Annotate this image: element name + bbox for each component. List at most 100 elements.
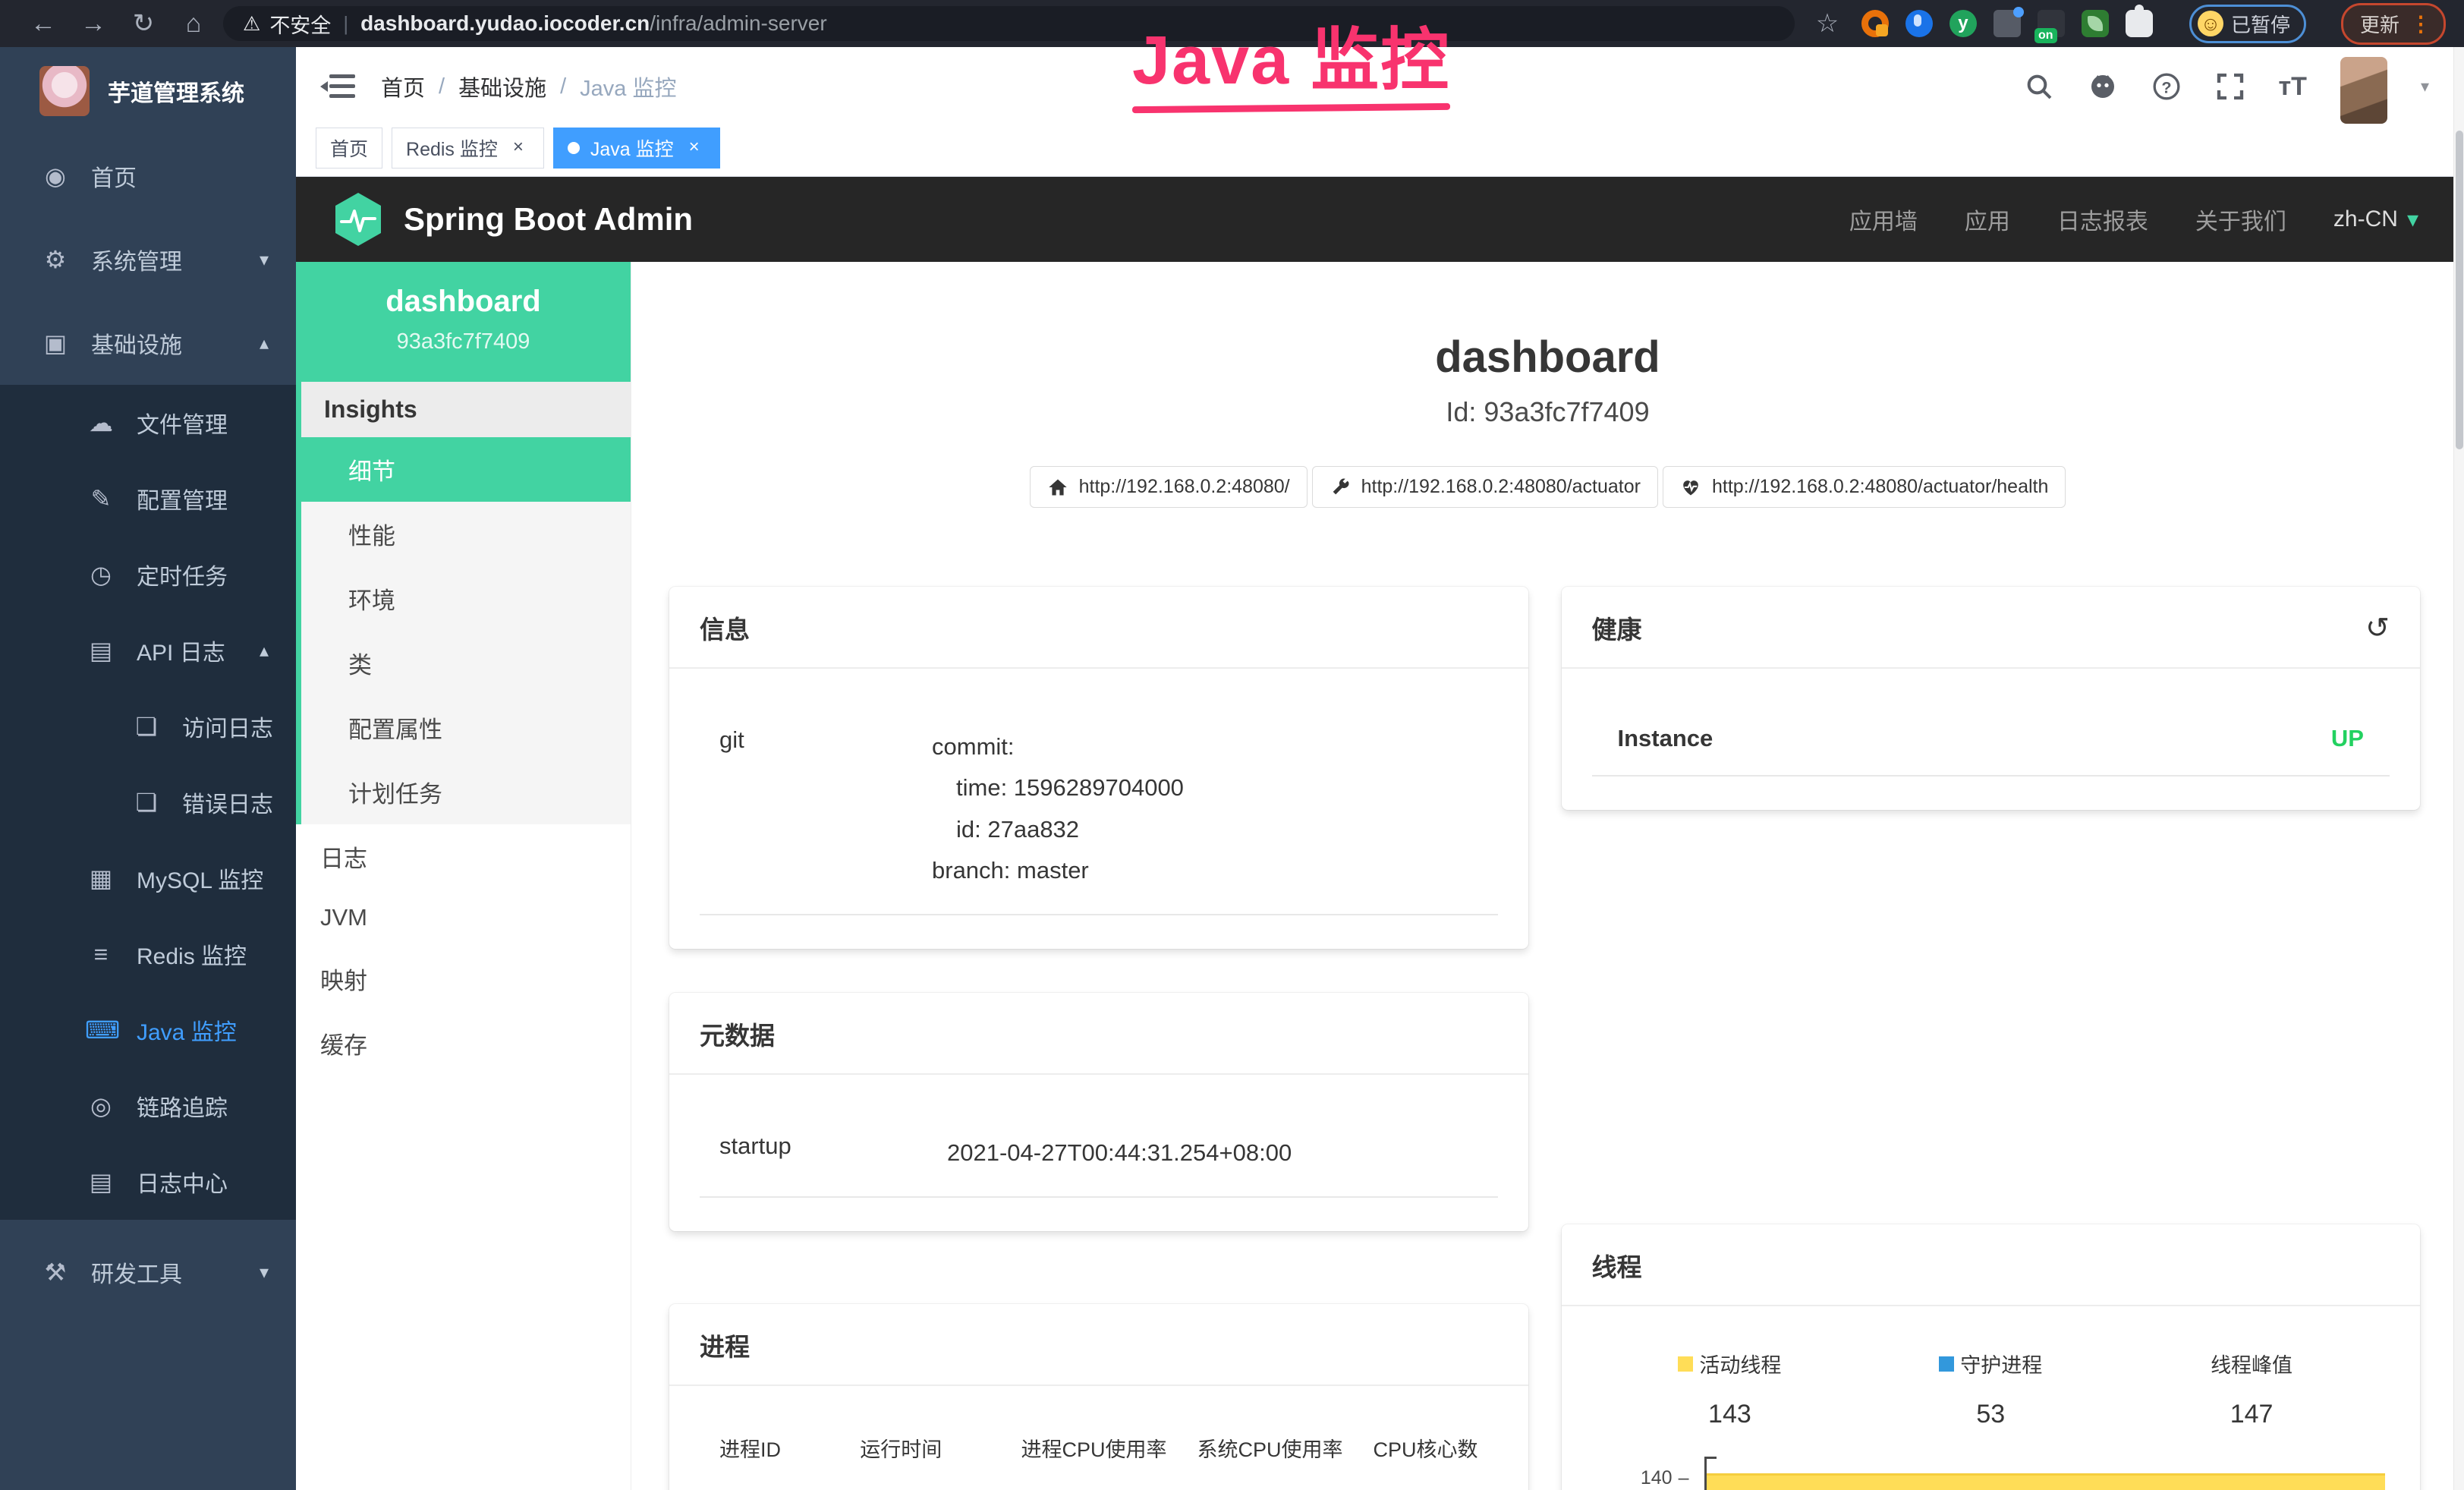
health-history-icon[interactable]: ↺	[2365, 611, 2390, 645]
sidebar-item-error-logs[interactable]: ❏ 错误日志	[0, 764, 296, 840]
sba-nav-journal[interactable]: 日志报表	[2057, 203, 2148, 236]
service-url-button[interactable]: http://192.168.0.2:48080/	[1030, 466, 1308, 508]
browser-home-icon[interactable]: ⌂	[168, 9, 219, 39]
sidebar-item-file-mgmt[interactable]: ☁ 文件管理	[0, 385, 296, 461]
extensions-puzzle-icon[interactable]	[2126, 10, 2153, 37]
sba-item-scheduled-tasks[interactable]: 计划任务	[301, 760, 631, 824]
browser-update-button[interactable]: 更新 ⋮	[2341, 3, 2446, 45]
scrollbar-thumb[interactable]	[2456, 131, 2463, 449]
sba-item-details[interactable]: 细节	[301, 437, 631, 502]
fullscreen-icon[interactable]	[2215, 71, 2245, 102]
app-logo	[39, 66, 90, 116]
paused-label: 已暂停	[2231, 10, 2290, 38]
extension-switch-icon[interactable]: on	[2038, 10, 2065, 37]
sidebar-item-api-logs[interactable]: ▤ API 日志 ▴	[0, 613, 296, 688]
avatar-caret-down-icon[interactable]: ▾	[2421, 77, 2429, 96]
header-actions: ? тT ▾	[2024, 49, 2429, 124]
tab-java-monitor[interactable]: Java 监控 ×	[553, 128, 720, 169]
monitor-icon: ▣	[39, 329, 71, 358]
svg-text:?: ?	[2161, 77, 2171, 96]
profile-paused-chip[interactable]: ☺ 已暂停	[2189, 5, 2306, 43]
cpu-cores: CPU核心数 2	[1367, 1433, 1484, 1490]
sba-nav-applications[interactable]: 应用	[1965, 203, 2010, 236]
java-monitor-icon: ⌨	[85, 1016, 117, 1044]
sidebar-item-home[interactable]: ◉ 首页	[0, 134, 296, 218]
sidebar-collapse-icon[interactable]	[322, 74, 355, 99]
url-path: /infra/admin-server	[650, 11, 826, 36]
metadata-startup-row: startup 2021-04-27T00:44:31.254+08:00	[700, 1113, 1498, 1198]
breadcrumb-home[interactable]: 首页	[381, 71, 425, 102]
sidebar-item-infrastructure[interactable]: ▣ 基础设施 ▴	[0, 301, 296, 385]
search-icon[interactable]	[2024, 71, 2054, 102]
metadata-card-title: 元数据	[700, 1016, 775, 1052]
actuator-url-button[interactable]: http://192.168.0.2:48080/actuator	[1312, 466, 1658, 508]
bookmark-star-icon[interactable]: ☆	[1810, 8, 1845, 39]
sidebar-item-tracing[interactable]: ◎ 链路追踪	[0, 1068, 296, 1144]
sba-item-classes[interactable]: 类	[301, 631, 631, 695]
extension-grid-icon[interactable]	[1994, 10, 2021, 37]
close-icon[interactable]: ×	[507, 137, 530, 159]
page-scrollbar[interactable]	[2453, 47, 2464, 1490]
user-avatar[interactable]	[2340, 57, 2387, 124]
sba-nav-about[interactable]: 关于我们	[2195, 203, 2286, 236]
sidebar-item-system-mgmt[interactable]: ⚙ 系统管理 ▾	[0, 218, 296, 301]
daemon-threads-swatch	[1939, 1356, 1954, 1372]
extension-leaf-icon[interactable]	[2082, 10, 2109, 37]
sidebar-item-log-center[interactable]: ▤ 日志中心	[0, 1144, 296, 1220]
font-size-icon[interactable]: тT	[2279, 72, 2307, 102]
tools-icon: ⚒	[39, 1258, 71, 1287]
sba-item-metrics[interactable]: 性能	[301, 502, 631, 566]
health-url-button[interactable]: http://192.168.0.2:48080/actuator/health	[1663, 466, 2066, 508]
sba-item-config-props[interactable]: 配置属性	[301, 695, 631, 760]
browser-menu-kebab-icon[interactable]: ⋮	[2410, 11, 2431, 36]
threads-card: 线程 活动线程 143 守护进程	[1562, 1224, 2421, 1490]
extension-y-icon[interactable]: y	[1949, 10, 1977, 37]
tab-redis-monitor[interactable]: Redis 监控 ×	[392, 128, 544, 169]
dashboard-icon: ◉	[39, 162, 71, 191]
sba-item-caches[interactable]: 缓存	[296, 1011, 631, 1076]
sidebar-item-scheduled-jobs[interactable]: ◷ 定时任务	[0, 537, 296, 613]
instance-header[interactable]: dashboard 93a3fc7f7409	[296, 262, 631, 382]
chevron-down-icon: ▾	[260, 1262, 269, 1284]
process-cpu-usage: 进程CPU使用率 0.04	[1015, 1433, 1173, 1490]
sba-item-jvm[interactable]: JVM	[296, 889, 631, 947]
sba-item-mappings[interactable]: 映射	[296, 947, 631, 1011]
extension-colorzilla-icon[interactable]	[1861, 10, 1889, 37]
health-instance-row[interactable]: Instance UP	[1592, 707, 2390, 777]
sba-nav-wallboard[interactable]: 应用墙	[1849, 203, 1918, 236]
document-icon: ❏	[131, 712, 162, 741]
sba-brand-title[interactable]: Spring Boot Admin	[404, 201, 693, 238]
threads-card-title: 线程	[1592, 1247, 1642, 1284]
github-icon[interactable]	[2088, 71, 2118, 102]
sidebar-item-mysql-monitor[interactable]: ▦ MySQL 监控	[0, 840, 296, 916]
sidebar-item-access-logs[interactable]: ❏ 访问日志	[0, 688, 296, 764]
instance-title: dashboard	[631, 332, 2464, 383]
tab-home[interactable]: 首页	[316, 128, 382, 169]
instance-id-label: Id: 93a3fc7f7409	[631, 396, 2464, 428]
info-card-title: 信息	[700, 610, 750, 646]
sidebar-item-redis-monitor[interactable]: ≡ Redis 监控	[0, 916, 296, 992]
locale-selector[interactable]: zh-CN ▾	[2333, 206, 2418, 233]
metadata-key-startup: startup	[719, 1132, 947, 1173]
close-icon[interactable]: ×	[683, 137, 706, 159]
browser-back-icon[interactable]: ←	[18, 9, 68, 39]
sidebar-item-config-mgmt[interactable]: ✎ 配置管理	[0, 461, 296, 537]
security-label: 不安全	[269, 9, 331, 39]
breadcrumb-infrastructure[interactable]: 基础设施	[458, 71, 546, 102]
sba-item-logs[interactable]: 日志	[296, 824, 631, 889]
address-bar[interactable]: ⚠ 不安全 | dashboard.yudao.iocoder.cn /infr…	[223, 6, 1795, 41]
admin-sidebar: 芋道管理系统 ◉ 首页 ⚙ 系统管理 ▾ ▣ 基础设施 ▴ ☁ 文件管理 ✎ 配…	[0, 47, 296, 1490]
edit-icon: ✎	[85, 484, 117, 513]
help-icon[interactable]: ?	[2151, 71, 2182, 102]
sidebar-item-java-monitor[interactable]: ⌨ Java 监控	[0, 992, 296, 1068]
app-logo-row[interactable]: 芋道管理系统	[0, 47, 296, 134]
browser-toolbar: ← → ↻ ⌂ ⚠ 不安全 | dashboard.yudao.iocoder.…	[0, 0, 2464, 47]
health-status-badge: UP	[2331, 725, 2364, 752]
heartbeat-icon	[1680, 477, 1701, 498]
browser-reload-icon[interactable]: ↻	[118, 8, 168, 39]
sidebar-item-dev-tools[interactable]: ⚒ 研发工具 ▾	[0, 1230, 296, 1314]
sba-item-environment[interactable]: 环境	[301, 566, 631, 631]
threads-daemon: 守护进程 53	[1860, 1349, 2121, 1429]
extension-pin-icon[interactable]	[1905, 10, 1933, 37]
browser-forward-icon[interactable]: →	[68, 9, 118, 39]
